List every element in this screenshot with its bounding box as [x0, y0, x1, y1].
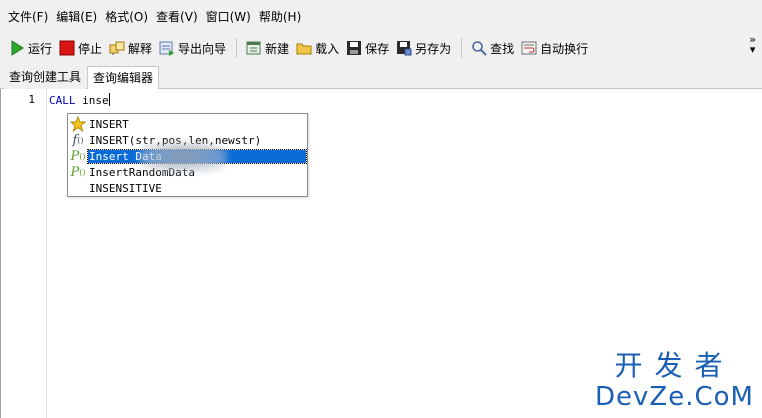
line-number: 1 [28, 93, 35, 106]
run-label: 运行 [28, 41, 53, 56]
menu-format[interactable]: 格式(O) [101, 7, 152, 27]
menu-edit[interactable]: 编辑(E) [52, 7, 101, 27]
procedure-icon: P() [70, 148, 86, 164]
play-icon [9, 40, 25, 56]
export-wizard-button[interactable]: 导出向导 [156, 36, 229, 60]
toolbar-separator [236, 38, 238, 58]
menu-help[interactable]: 帮助(H) [255, 7, 305, 27]
toolbar: 运行 停止 解释 导出向导 新建 载入 保存 另存为 查找 自动换行 » ▾ [0, 33, 762, 63]
typed-text: inse [75, 94, 109, 107]
autocomplete-label: INSERT [89, 117, 129, 131]
export-wizard-label: 导出向导 [178, 41, 227, 56]
find-label: 查找 [490, 41, 515, 56]
search-icon [471, 40, 487, 56]
stop-button[interactable]: 停止 [56, 36, 105, 60]
word-wrap-label: 自动换行 [540, 41, 589, 56]
chevron-down-icon: ▾ [749, 43, 756, 56]
sql-keyword: CALL [49, 94, 76, 107]
procedure-icon: P() [70, 164, 86, 180]
load-button[interactable]: 载入 [293, 36, 342, 60]
autocomplete-label: INSENSITIVE [89, 181, 162, 195]
toolbar-overflow-button[interactable]: » ▾ [749, 34, 756, 56]
word-wrap-button[interactable]: 自动换行 [518, 36, 591, 60]
star-icon [68, 116, 88, 132]
watermark-top: 开发者 [614, 349, 735, 382]
tab-query-builder[interactable]: 查询创建工具 [4, 66, 87, 89]
toolbar-separator [461, 38, 463, 58]
stop-icon [59, 40, 75, 56]
redaction-blur [138, 142, 228, 172]
line-number-gutter: 1 [1, 89, 47, 418]
save-as-icon [396, 40, 412, 56]
watermark: 开发者 DevZe.CoM [595, 349, 754, 413]
new-query-icon [246, 40, 262, 56]
menu-bar: 文件(F) 编辑(E) 格式(O) 查看(V) 窗口(W) 帮助(H) [0, 0, 762, 33]
explain-button[interactable]: 解释 [106, 36, 155, 60]
menu-file[interactable]: 文件(F) [4, 7, 52, 27]
find-button[interactable]: 查找 [468, 36, 517, 60]
folder-icon [296, 40, 312, 56]
new-label: 新建 [265, 41, 290, 56]
function-icon: f() [72, 132, 84, 148]
run-button[interactable]: 运行 [6, 36, 55, 60]
save-button[interactable]: 保存 [343, 36, 392, 60]
stop-label: 停止 [78, 41, 103, 56]
floppy-icon [346, 40, 362, 56]
text-caret [108, 93, 110, 106]
export-icon [159, 40, 175, 56]
autocomplete-item[interactable]: INSENSITIVE [68, 180, 307, 196]
tab-strip: 查询创建工具 查询编辑器 [0, 63, 762, 90]
watermark-bottom: DevZe.CoM [595, 382, 754, 412]
autocomplete-item[interactable]: INSERT [68, 116, 307, 132]
new-button[interactable]: 新建 [243, 36, 292, 60]
explain-icon [109, 40, 125, 56]
explain-label: 解释 [128, 41, 153, 56]
menu-view[interactable]: 查看(V) [152, 7, 202, 27]
tab-query-editor[interactable]: 查询编辑器 [87, 66, 160, 90]
blank-icon [68, 180, 88, 196]
save-label: 保存 [365, 41, 390, 56]
save-as-button[interactable]: 另存为 [393, 36, 454, 60]
save-as-label: 另存为 [415, 41, 452, 56]
load-label: 载入 [315, 41, 340, 56]
code-line[interactable]: CALL inse [49, 93, 110, 107]
word-wrap-icon [521, 40, 537, 56]
menu-window[interactable]: 窗口(W) [202, 7, 255, 27]
